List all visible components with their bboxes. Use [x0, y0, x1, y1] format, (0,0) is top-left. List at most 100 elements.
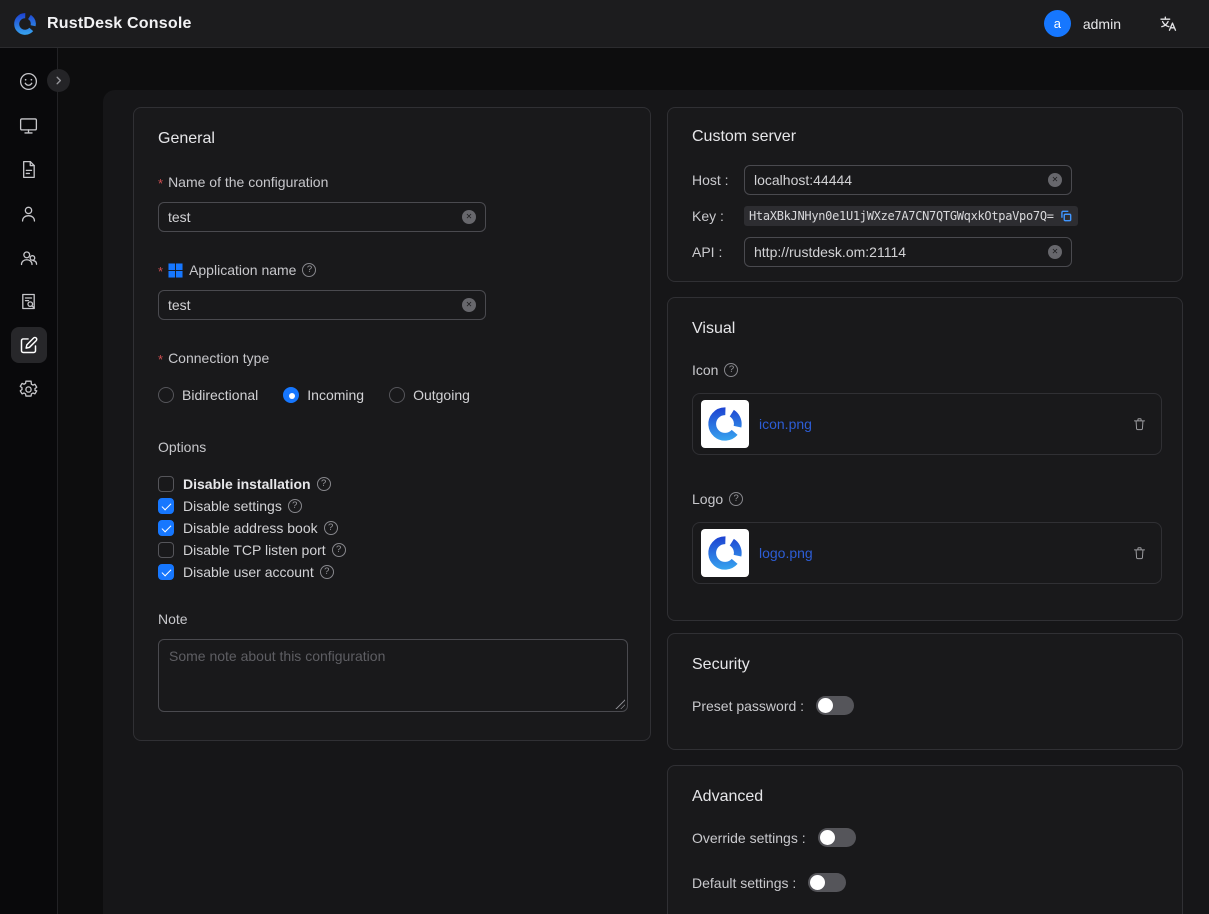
checkbox-icon[interactable]	[158, 498, 174, 514]
host-input[interactable]	[754, 172, 1048, 188]
api-input[interactable]	[754, 244, 1048, 260]
logo-label: Logo	[692, 491, 723, 507]
windows-logo-icon	[168, 263, 183, 278]
sidebar-item-settings[interactable]	[11, 371, 47, 407]
sidebar-item-users[interactable]	[11, 195, 47, 231]
help-icon[interactable]	[288, 499, 302, 513]
key-value: HtaXBkJNHyn0e1U1jWXze7A7CN7QTGWqxkOtpaVp…	[749, 209, 1054, 223]
monitor-icon	[18, 115, 39, 136]
document-search-icon	[18, 291, 39, 312]
icon-label: Icon	[692, 362, 718, 378]
override-settings-toggle[interactable]	[818, 828, 856, 847]
key-label: Key :	[692, 208, 744, 224]
help-icon[interactable]	[320, 565, 334, 579]
config-name-field	[158, 202, 486, 232]
security-card: Security Preset password :	[667, 633, 1183, 750]
trash-icon[interactable]	[1132, 416, 1147, 432]
clear-icon[interactable]	[1048, 245, 1062, 259]
logo-thumbnail	[701, 529, 749, 577]
option-disable-tcp-listen-port[interactable]: Disable TCP listen port	[158, 539, 626, 561]
checkbox-icon[interactable]	[158, 476, 174, 492]
preset-password-toggle[interactable]	[816, 696, 854, 715]
user-icon	[18, 203, 39, 224]
general-title: General	[158, 130, 626, 148]
logo-upload-item: logo.png	[692, 522, 1162, 584]
sidebar-item-dashboard[interactable]	[11, 63, 47, 99]
chevron-right-icon	[52, 74, 65, 87]
default-settings-label: Default settings :	[692, 875, 796, 891]
help-icon[interactable]	[724, 363, 738, 377]
trash-icon[interactable]	[1132, 545, 1147, 561]
radio-incoming[interactable]: Incoming	[283, 387, 364, 403]
note-textarea[interactable]	[159, 640, 627, 711]
smiley-icon	[18, 71, 39, 92]
config-name-label: Name of the configuration	[168, 174, 328, 190]
copy-icon[interactable]	[1059, 209, 1073, 223]
required-asterisk: *	[158, 179, 163, 189]
document-icon	[18, 159, 39, 180]
help-icon[interactable]	[317, 477, 331, 491]
app-name-input[interactable]	[168, 297, 462, 313]
connection-type-group: Bidirectional Incoming Outgoing	[158, 387, 626, 403]
help-icon[interactable]	[729, 492, 743, 506]
icon-file-link[interactable]: icon.png	[759, 416, 812, 432]
checkbox-icon[interactable]	[158, 542, 174, 558]
clear-icon[interactable]	[1048, 173, 1062, 187]
gear-icon	[18, 379, 39, 400]
radio-bidirectional[interactable]: Bidirectional	[158, 387, 258, 403]
option-disable-user-account[interactable]: Disable user account	[158, 561, 626, 583]
radio-icon[interactable]	[389, 387, 405, 403]
radio-outgoing[interactable]: Outgoing	[389, 387, 470, 403]
main-content: General * Name of the configuration * Ap…	[103, 90, 1209, 914]
logo-file-link[interactable]: logo.png	[759, 545, 813, 561]
radio-icon[interactable]	[158, 387, 174, 403]
checkbox-icon[interactable]	[158, 564, 174, 580]
host-label: Host :	[692, 172, 744, 188]
api-field	[744, 237, 1072, 267]
custom-server-card: Custom server Host : Key : HtaXBkJNHyn0e…	[667, 107, 1183, 282]
sidebar-item-configurations[interactable]	[11, 327, 47, 363]
sidebar-item-groups[interactable]	[11, 239, 47, 275]
radio-icon[interactable]	[283, 387, 299, 403]
checkbox-icon[interactable]	[158, 520, 174, 536]
help-icon[interactable]	[324, 521, 338, 535]
option-disable-address-book[interactable]: Disable address book	[158, 517, 626, 539]
username[interactable]: admin	[1083, 16, 1121, 32]
options-list: Disable installation Disable settings Di…	[158, 473, 626, 583]
option-disable-installation[interactable]: Disable installation	[158, 473, 626, 495]
help-icon[interactable]	[302, 263, 316, 277]
options-label: Options	[158, 439, 206, 455]
help-icon[interactable]	[332, 543, 346, 557]
custom-server-title: Custom server	[692, 128, 1158, 146]
clear-icon[interactable]	[462, 210, 476, 224]
general-card: General * Name of the configuration * Ap…	[133, 107, 651, 741]
sidebar-item-logs[interactable]	[11, 151, 47, 187]
icon-upload-item: icon.png	[692, 393, 1162, 455]
required-asterisk: *	[158, 355, 163, 365]
required-asterisk: *	[158, 267, 163, 277]
app-name-field	[158, 290, 486, 320]
api-label: API :	[692, 244, 744, 260]
host-field	[744, 165, 1072, 195]
rustdesk-console-app: RustDesk Console a admin	[0, 0, 1209, 914]
option-disable-settings[interactable]: Disable settings	[158, 495, 626, 517]
edit-square-icon	[18, 335, 39, 356]
visual-card: Visual Icon icon.png Logo	[667, 297, 1183, 621]
translate-icon[interactable]	[1159, 14, 1178, 33]
sidebar-item-audit[interactable]	[11, 283, 47, 319]
visual-title: Visual	[692, 320, 1158, 338]
avatar[interactable]: a	[1044, 10, 1071, 37]
top-bar: RustDesk Console a admin	[0, 0, 1209, 48]
sidebar	[0, 48, 58, 914]
rustdesk-logo-icon	[12, 11, 38, 37]
sidebar-item-devices[interactable]	[11, 107, 47, 143]
override-settings-label: Override settings :	[692, 830, 806, 846]
default-settings-toggle[interactable]	[808, 873, 846, 892]
advanced-card: Advanced Override settings : Default set…	[667, 765, 1183, 914]
icon-thumbnail	[701, 400, 749, 448]
connection-type-label: Connection type	[168, 350, 269, 366]
clear-icon[interactable]	[462, 298, 476, 312]
brand: RustDesk Console	[12, 11, 192, 37]
config-name-input[interactable]	[168, 209, 462, 225]
sidebar-expand-button[interactable]	[47, 69, 70, 92]
